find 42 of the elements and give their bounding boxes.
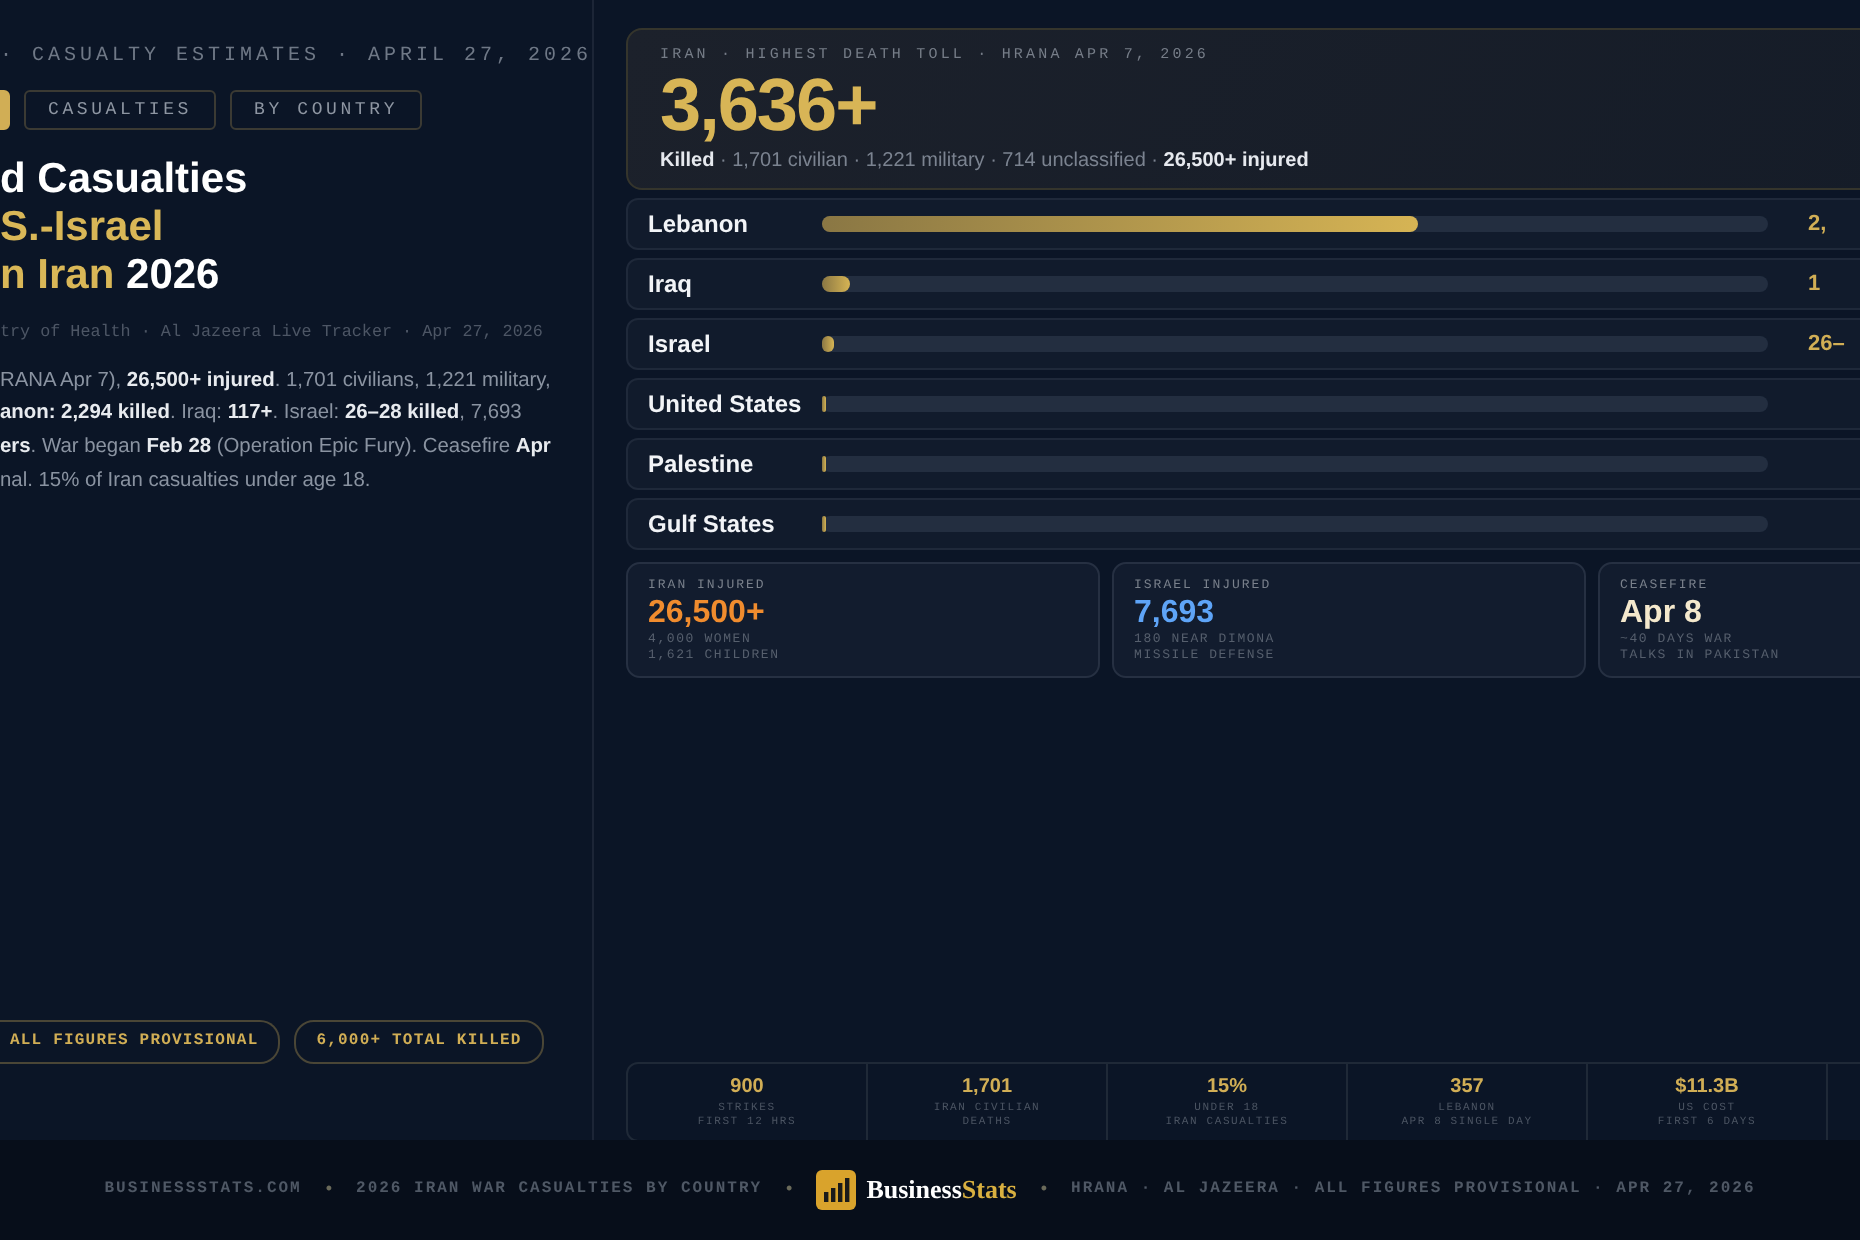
hero-value: 3,636+ — [660, 68, 879, 145]
nav-tab[interactable] — [0, 90, 10, 130]
separator-dot: • — [786, 1176, 793, 1203]
footer-text: BUSINESSSTATS.COM — [104, 1178, 302, 1202]
separator-dot: • — [1040, 1176, 1048, 1203]
title-text: d Casualties — [0, 156, 248, 202]
summary-line: nal. 15% of Iran casualties under age 18. — [0, 467, 373, 496]
footer-text: HRANA · AL JAZEERA · ALL FIGURES PROVISIONAL · APR 27, 2026 — [1071, 1178, 1756, 1202]
country-name: Lebanon — [648, 208, 750, 243]
summary-line: anon: 2,294 killed. Iraq: 117+. Israel: 26–28 killed, 7,693 — [0, 400, 524, 429]
summary-line: RANA Apr 7), 26,500+ injured. 1,701 civilians, 1,221 military, — [0, 367, 553, 396]
title-text: n Iran — [0, 252, 115, 298]
stat-value: $11.3B — [1673, 1074, 1741, 1100]
country-name: Palestine — [648, 448, 756, 483]
stat-value: 15% — [1204, 1074, 1249, 1100]
stat-value: 900 — [728, 1074, 766, 1100]
info-pill: ALL FIGURES PROVISIONAL — [0, 1020, 281, 1064]
country-name: Gulf States — [648, 508, 777, 543]
hero-detail: Killed · 1,701 civilian · 1,221 military · 714 unclassified · 26,500+ injured — [660, 148, 1311, 177]
card-value: 26,500+ — [648, 596, 767, 632]
footer-text: 2026 IRAN WAR CASUALTIES BY COUNTRY — [356, 1178, 763, 1202]
bar-chart-logo-icon — [816, 1170, 857, 1210]
country-value: 2, — [1806, 210, 1827, 240]
title-text: 2026 — [124, 252, 220, 298]
brand-name: BusinessStats — [866, 1172, 1017, 1209]
country-value: 26– — [1806, 330, 1845, 360]
separator-dot: • — [325, 1176, 333, 1203]
info-pill: 6,000+ TOTAL KILLED — [294, 1020, 544, 1064]
nav-tab[interactable]: CASUALTIES — [24, 90, 217, 130]
card-value: 7,693 — [1134, 596, 1217, 632]
card-value: Apr 8 — [1620, 596, 1704, 632]
summary-line: ers. War began Feb 28 (Operation Epic Fury). Ceasefire Apr — [0, 434, 553, 463]
country-name: Israel — [648, 328, 713, 363]
country-name: Iraq — [648, 268, 695, 303]
country-value: 1 — [1806, 270, 1821, 300]
country-name: United States — [648, 388, 804, 423]
stat-value: 357 — [1448, 1074, 1486, 1100]
title-text: S.-Israel — [0, 204, 164, 250]
source-line: try of Health · Al Jazeera Live Tracker · Apr 27, 2026 — [0, 320, 545, 346]
stat-value: 1,701 — [959, 1074, 1015, 1100]
header-kicker: · CASUALTY ESTIMATES · APRIL 27, 2026 — [0, 44, 592, 72]
nav-tab[interactable]: BY COUNTRY — [230, 90, 423, 130]
